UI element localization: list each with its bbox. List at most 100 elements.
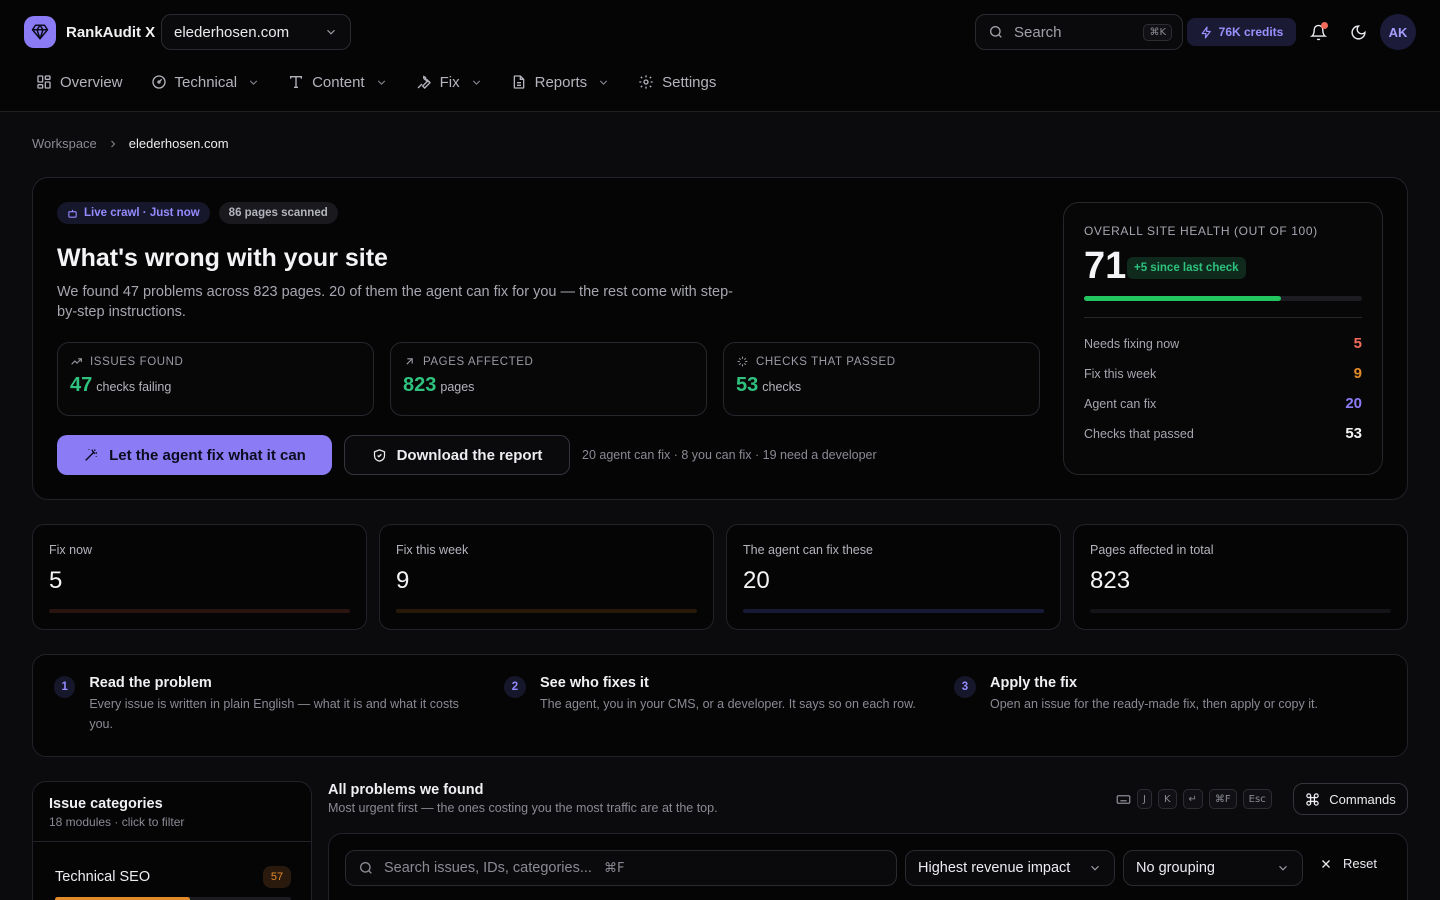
metric-checks-passed: CHECKS THAT PASSED 53 checks [723, 342, 1040, 416]
pages-scanned-badge: 86 pages scanned [218, 202, 338, 224]
health-row-label: Checks that passed [1084, 426, 1194, 441]
stat-label: Pages affected in total [1090, 543, 1214, 557]
moon-icon [1350, 24, 1367, 41]
metric-label-row: ISSUES FOUND [70, 355, 361, 368]
nav-label: Overview [60, 73, 123, 91]
agent-fix-button[interactable]: Let the agent fix what it can [57, 435, 332, 475]
top-header: RankAudit X elederhosen.com Search ⌘K 76… [0, 0, 1440, 112]
stat-bar [743, 609, 1044, 613]
nav-item-content[interactable]: Content [288, 70, 388, 94]
sparkles-icon [736, 355, 749, 368]
nav-item-reports[interactable]: Reports [511, 70, 611, 94]
metric-unit: checks [762, 380, 802, 394]
metric-label: ISSUES FOUND [90, 355, 184, 368]
stat-card-pages-affected[interactable]: Pages affected in total 823 [1073, 524, 1408, 630]
stat-value: 5 [49, 567, 63, 594]
step-who-fixes: 2 See who fixes it The agent, you in you… [504, 675, 934, 714]
step-description: Open an issue for the ready-made fix, th… [990, 697, 1318, 711]
grouping-select-value: No grouping [1136, 860, 1215, 876]
nav-item-settings[interactable]: Settings [638, 70, 716, 94]
issue-search-input[interactable] [384, 860, 594, 876]
theme-toggle-button[interactable] [1346, 20, 1370, 44]
health-row-needs-fixing[interactable]: Needs fixing now 5 [1084, 335, 1362, 352]
site-health-card: OVERALL SITE HEALTH (OUT OF 100) 71 +5 s… [1063, 202, 1383, 475]
chevron-down-icon [597, 76, 610, 89]
chevron-down-icon [1276, 861, 1290, 875]
sort-select-value: Highest revenue impact [918, 860, 1071, 876]
commands-button[interactable]: Commands [1293, 783, 1408, 815]
health-row-checks-passed[interactable]: Checks that passed 53 [1084, 425, 1362, 442]
health-row-value: 53 [1345, 425, 1362, 442]
metric-unit: checks failing [96, 380, 172, 394]
shortcut-key: ⌘F [1208, 789, 1237, 809]
health-delta-badge: +5 since last check [1127, 257, 1246, 279]
issue-search-field[interactable]: ⌘F [345, 850, 897, 886]
notification-dot [1321, 22, 1328, 29]
sort-select[interactable]: Highest revenue impact [905, 850, 1115, 886]
reset-filters-button[interactable]: Reset [1319, 856, 1377, 871]
agent-fix-label: Let the agent fix what it can [109, 446, 306, 464]
health-row-value: 20 [1345, 395, 1362, 412]
step-description: The agent, you in your CMS, or a develop… [540, 697, 916, 711]
metric-label-row: PAGES AFFECTED [403, 355, 694, 368]
gem-logo-icon [24, 16, 56, 48]
metric-value-row: 47 checks failing [70, 374, 361, 397]
download-report-button[interactable]: Download the report [344, 435, 570, 475]
stat-card-agent-can-fix[interactable]: The agent can fix these 20 [726, 524, 1061, 630]
stat-card-fix-this-week[interactable]: Fix this week 9 [379, 524, 714, 630]
nav-item-overview[interactable]: Overview [36, 70, 123, 94]
brand[interactable]: RankAudit X [24, 16, 155, 48]
stat-bar [1090, 609, 1391, 613]
category-name: Technical SEO [55, 869, 151, 885]
stat-value: 9 [396, 567, 410, 594]
health-row-fix-this-week[interactable]: Fix this week 9 [1084, 365, 1362, 382]
robot-icon [67, 208, 78, 219]
download-report-label: Download the report [396, 446, 543, 464]
wrench-icon [416, 74, 432, 90]
credits-badge[interactable]: 76K credits [1187, 18, 1296, 46]
live-crawl-badge: Live crawl · Just now [57, 202, 210, 224]
status-pills: Live crawl · Just now 86 pages scanned [57, 202, 338, 224]
category-item-technical-seo[interactable]: Technical SEO 57 [55, 866, 291, 900]
type-icon [288, 74, 304, 90]
how-it-works-steps: 1 Read the problem Every issue is writte… [32, 654, 1408, 757]
nav-item-fix[interactable]: Fix [416, 70, 483, 94]
metric-value-row: 53 checks [736, 374, 1027, 397]
grouping-select[interactable]: No grouping [1123, 850, 1303, 886]
stat-label: The agent can fix these [743, 543, 873, 557]
nav-item-technical[interactable]: Technical [151, 70, 261, 94]
close-icon [1319, 857, 1333, 871]
global-search[interactable]: Search ⌘K [975, 14, 1183, 50]
stat-card-fix-now[interactable]: Fix now 5 [32, 524, 367, 630]
breadcrumb-workspace[interactable]: Workspace [32, 136, 97, 151]
reset-label: Reset [1343, 856, 1377, 871]
site-selector-value: elederhosen.com [174, 23, 290, 41]
site-selector[interactable]: elederhosen.com [161, 14, 351, 50]
health-score: 71 [1084, 245, 1127, 287]
trend-up-icon [70, 355, 83, 368]
stat-bar [49, 609, 350, 613]
health-row-agent-can-fix[interactable]: Agent can fix 20 [1084, 395, 1362, 412]
global-search-placeholder: Search [1014, 23, 1062, 41]
metric-label: CHECKS THAT PASSED [756, 355, 896, 368]
problems-title: All problems we found [328, 782, 484, 798]
keyboard-shortcuts: J K ↵ ⌘F Esc [1116, 789, 1272, 809]
step-description: Every issue is written in plain English … [89, 697, 459, 731]
main-nav: Overview Technical Content Fix Reports S… [36, 70, 716, 94]
problems-filter-panel: ⌘F Highest revenue impact No grouping Re… [328, 833, 1408, 900]
health-progress-track [1084, 296, 1362, 301]
nav-label: Fix [439, 73, 460, 91]
app-name: RankAudit X [66, 23, 156, 41]
command-icon [1305, 792, 1320, 807]
stat-value: 823 [1090, 567, 1131, 594]
page-title: What's wrong with your site [57, 244, 388, 272]
notifications-button[interactable] [1306, 20, 1330, 44]
stat-value: 20 [743, 567, 770, 594]
issue-categories-panel: Issue categories 18 modules · click to f… [32, 781, 312, 900]
grid-icon [36, 74, 52, 90]
stat-label: Fix this week [396, 543, 469, 557]
credits-label: 76K credits [1218, 25, 1284, 39]
keyboard-icon [1116, 792, 1131, 807]
metric-label: PAGES AFFECTED [423, 355, 534, 368]
user-avatar[interactable]: AK [1380, 14, 1416, 50]
